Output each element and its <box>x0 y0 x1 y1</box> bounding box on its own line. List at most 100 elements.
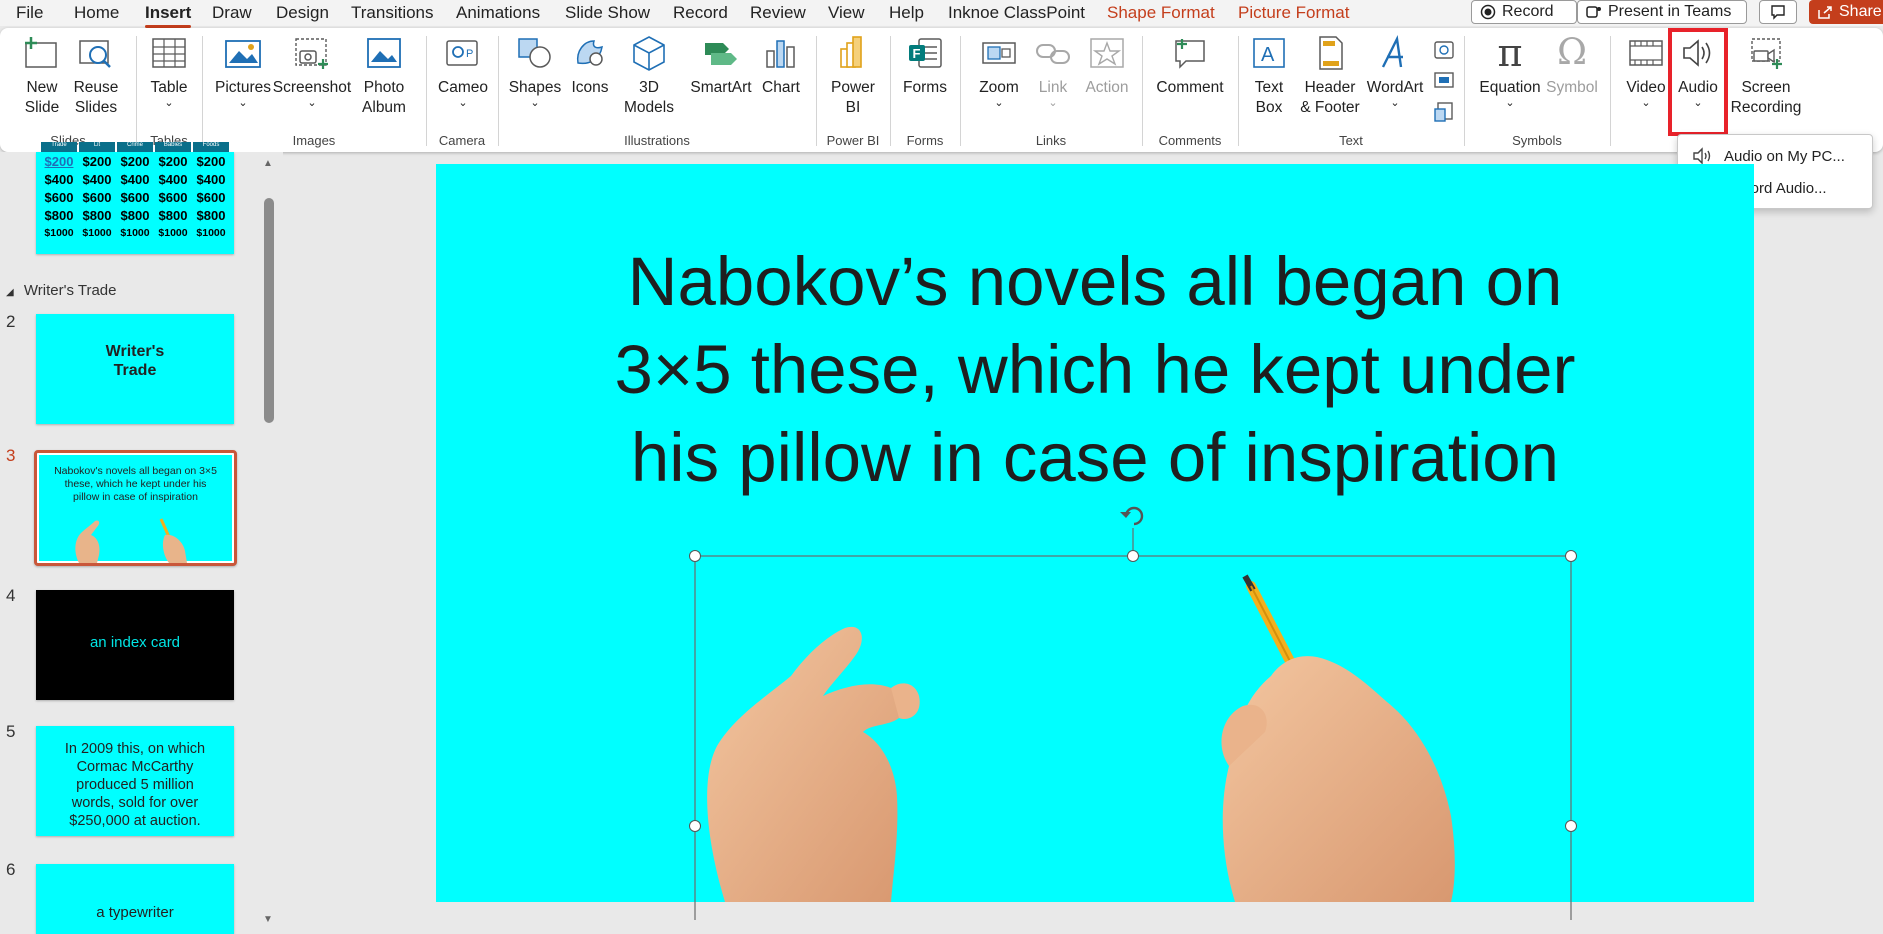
chevron-down-icon: ⌄ <box>1641 97 1651 109</box>
video-button[interactable]: Video ⌄ <box>1620 28 1672 109</box>
rotate-handle-icon[interactable] <box>1118 500 1150 530</box>
symbol-button[interactable]: Ω Symbol <box>1546 28 1598 98</box>
group-label-comments: Comments <box>1158 133 1222 148</box>
comment-button[interactable]: Comment <box>1152 28 1228 98</box>
slide-title-text[interactable]: Nabokov’s novels all began on 3×5 these,… <box>566 238 1624 502</box>
tab-help[interactable]: Help <box>889 3 924 23</box>
text-box-icon: A <box>1253 38 1285 68</box>
scrollbar-thumb[interactable] <box>264 198 274 423</box>
action-button[interactable]: Action <box>1082 28 1132 98</box>
tab-shape-format[interactable]: Shape Format <box>1107 3 1215 23</box>
resize-handle-right[interactable] <box>1565 820 1577 832</box>
tab-home[interactable]: Home <box>74 3 119 23</box>
section-header[interactable]: ◢ Writer's Trade <box>6 282 116 299</box>
group-separator <box>1238 36 1239 146</box>
grid-cell: $1000 <box>82 227 112 239</box>
icons-button[interactable]: Icons <box>566 28 614 98</box>
comments-button[interactable] <box>1759 0 1797 24</box>
forms-button[interactable]: F Forms <box>900 28 950 98</box>
table-icon <box>152 38 186 68</box>
cameo-button[interactable]: P Cameo ⌄ <box>436 28 490 109</box>
equation-button[interactable]: π Equation ⌄ <box>1474 28 1546 109</box>
group-separator <box>202 36 203 146</box>
tab-picture-format[interactable]: Picture Format <box>1238 3 1349 23</box>
resize-handle-top-right[interactable] <box>1565 550 1577 562</box>
present-in-teams-label: Present in Teams <box>1608 3 1732 20</box>
share-button[interactable]: Share <box>1809 0 1883 24</box>
grid-cell: $600 <box>196 189 226 205</box>
tab-record[interactable]: Record <box>673 3 728 23</box>
grid-cell: $600 <box>82 189 112 205</box>
slide-thumbnail-4[interactable]: an index card <box>36 590 234 700</box>
slide-thumbnail-2[interactable]: Writer's Trade <box>36 314 234 424</box>
group-separator <box>960 36 961 146</box>
group-label-forms: Forms <box>906 133 944 148</box>
slide-thumbnail-1[interactable]: Trade Lit Crime Babies Foods $200 $200 $20… <box>36 142 234 254</box>
share-icon <box>1818 6 1832 19</box>
resize-handle-top-left[interactable] <box>689 550 701 562</box>
header-footer-button[interactable]: Header & Footer <box>1296 28 1364 118</box>
tab-design[interactable]: Design <box>276 3 329 23</box>
slide-thumbnail-6[interactable]: a typewriter <box>36 864 234 934</box>
grid-cell: $1000 <box>44 227 74 239</box>
pictures-button[interactable]: Pictures ⌄ <box>212 28 274 109</box>
zoom-icon <box>982 42 1016 64</box>
tab-animations[interactable]: Animations <box>456 3 540 23</box>
tab-file[interactable]: File <box>16 3 43 23</box>
grid-cell: $400 <box>120 171 150 187</box>
thumbnail-text: an index card <box>89 634 181 651</box>
tab-view[interactable]: View <box>828 3 865 23</box>
chevron-down-icon: ⌄ <box>238 97 248 109</box>
tab-insert[interactable]: Insert <box>145 3 192 28</box>
chart-button[interactable]: Chart <box>758 28 804 98</box>
slide-thumbnail-3-selected[interactable]: Nabokov's novels all began on 3×5 these,… <box>34 450 237 566</box>
3d-models-button[interactable]: 3D Models <box>618 28 680 118</box>
slide-thumbnail-5[interactable]: In 2009 this, on which Cormac McCarthy p… <box>36 726 234 836</box>
power-bi-button[interactable]: Power BI <box>826 28 880 118</box>
tab-inknoe-classpoint[interactable]: Inknoe ClassPoint <box>948 3 1085 23</box>
resize-handle-top[interactable] <box>1127 550 1139 562</box>
screenshot-button[interactable]: Screenshot ⌄ <box>273 28 351 109</box>
photo-album-button[interactable]: Photo Album <box>354 28 414 118</box>
tab-draw[interactable]: Draw <box>212 3 252 23</box>
svg-text:P: P <box>466 48 473 60</box>
text-box-button[interactable]: A Text Box <box>1246 28 1292 118</box>
wordart-button[interactable]: WordArt ⌄ <box>1364 28 1426 109</box>
scroll-up-arrow-icon[interactable]: ▲ <box>263 158 273 169</box>
video-icon <box>1629 40 1663 66</box>
slide-number-icon[interactable] <box>1432 68 1456 92</box>
group-label-symbols: Symbols <box>1512 133 1562 148</box>
table-button[interactable]: Table ⌄ <box>143 28 195 109</box>
tab-review[interactable]: Review <box>750 3 806 23</box>
grid-cell: $200 <box>158 153 188 169</box>
screen-recording-button[interactable]: Screen Recording <box>1726 28 1806 118</box>
object-icon[interactable] <box>1432 100 1456 124</box>
reuse-slides-button[interactable]: Reuse Slides <box>70 28 122 118</box>
svg-text:A: A <box>1261 44 1275 66</box>
smartart-button[interactable]: SmartArt <box>686 28 756 98</box>
audio-on-my-pc-label: Audio on My PC... <box>1724 147 1845 165</box>
share-label: Share <box>1839 3 1882 20</box>
screen-recording-icon <box>1751 38 1782 69</box>
present-in-teams-button[interactable]: Present in Teams <box>1577 0 1747 24</box>
thumbnail-text: Writer's Trade <box>105 343 165 379</box>
shapes-button[interactable]: Shapes ⌄ <box>508 28 562 109</box>
jeopardy-grid: Trade Lit Crime Babies Foods $200 $200 $20… <box>40 142 230 242</box>
resize-handle-left[interactable] <box>689 820 701 832</box>
grid-cell: $200 <box>44 153 74 169</box>
date-time-icon[interactable] <box>1432 38 1456 62</box>
link-button[interactable]: Link ⌄ <box>1030 28 1076 109</box>
selection-frame <box>694 528 1572 920</box>
record-button[interactable]: Record <box>1471 0 1577 24</box>
tab-transitions[interactable]: Transitions <box>351 3 434 23</box>
slide-number: 3 <box>6 446 16 465</box>
screenshot-icon <box>295 38 328 69</box>
group-separator <box>426 36 427 146</box>
zoom-button[interactable]: Zoom ⌄ <box>970 28 1028 109</box>
cube-icon <box>633 36 665 71</box>
grid-cell: $800 <box>44 207 74 223</box>
new-slide-button[interactable]: New Slide <box>12 28 72 118</box>
grid-rows: $200 $200 $200 $200 $200 $400 $400 $400 $400 $400… <box>40 152 230 242</box>
grid-cell: $1000 <box>158 227 188 239</box>
tab-slide-show[interactable]: Slide Show <box>565 3 650 23</box>
